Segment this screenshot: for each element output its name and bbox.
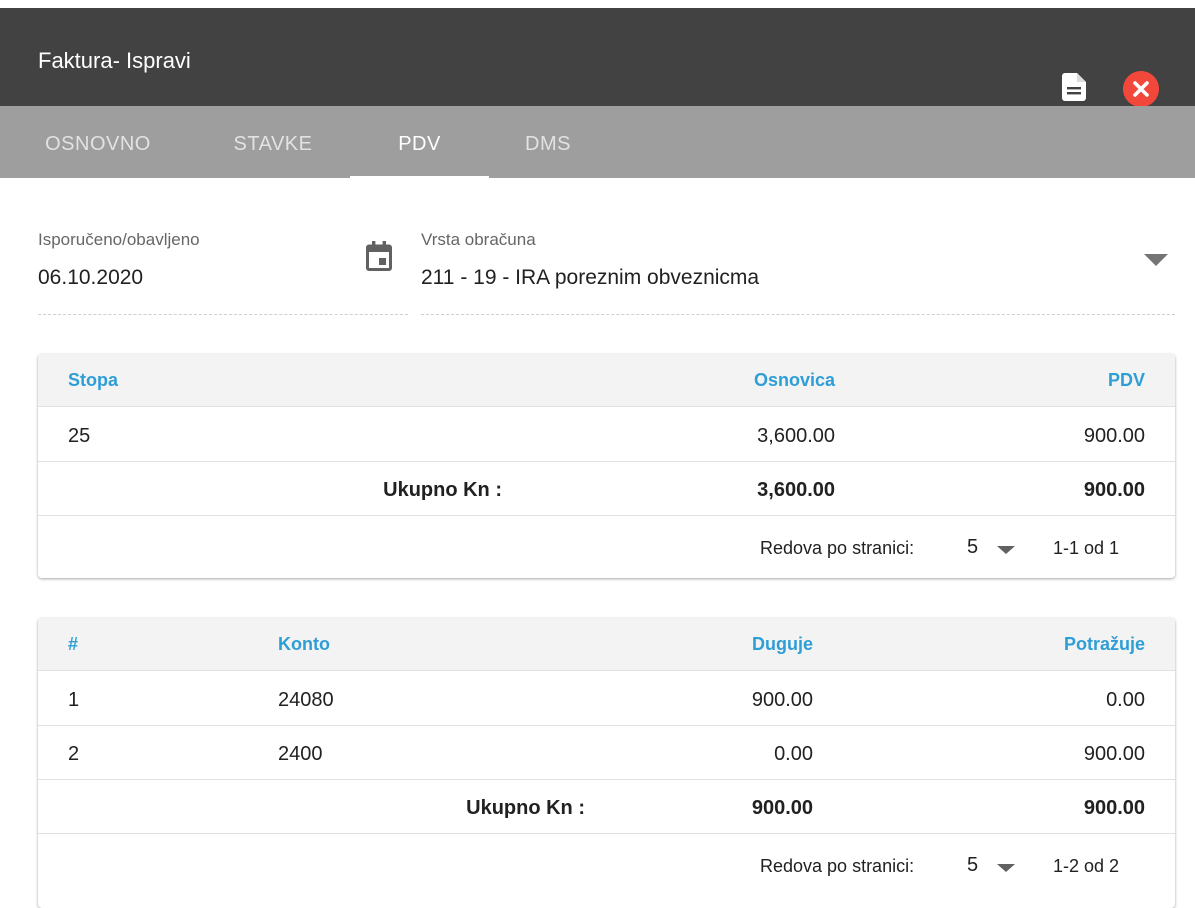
vat-table-header: Stopa Osnovica PDV [38,354,1175,407]
rows-per-page-caret-icon[interactable] [997,864,1015,872]
delivered-date-label: Isporučeno/obavljeno [38,230,200,249]
column-header-potrazuje[interactable]: Potražuje [1064,634,1145,655]
active-tab-indicator [350,176,489,180]
cell-pdv: 900.00 [1083,425,1145,447]
total-label: Ukupno Kn : [466,797,585,819]
table-row[interactable]: 2 2400 0.00 900.00 [38,726,1175,780]
vat-table: Stopa Osnovica PDV 25 3,600.00 900.00 Uk… [38,354,1175,578]
pagination-range: 1-1 od 1 [1053,538,1120,558]
calendar-icon[interactable] [366,241,392,271]
dialog-header: Faktura- Ispravi [0,8,1195,107]
rows-per-page-caret-icon[interactable] [997,546,1015,554]
total-osnovica: 3,600.00 [757,479,835,501]
tab-pdv[interactable]: PDV [350,106,489,178]
delivered-date-input[interactable]: 06.10.2020 [38,266,143,290]
calc-type-select[interactable]: 211 - 19 - IRA poreznim obveznicma [421,266,759,290]
total-label: Ukupno Kn : [383,479,502,501]
table-row[interactable]: 1 24080 900.00 0.00 [38,672,1175,726]
total-row: Ukupno Kn : 3,600.00 900.00 [38,462,1175,516]
calc-type-underline [421,314,1175,315]
tab-osnovno[interactable]: OSNOVNO [0,106,196,178]
rows-per-page-select[interactable]: 5 [967,854,978,877]
rows-per-page-select[interactable]: 5 [967,536,978,559]
cell-number: 2 [68,743,80,765]
column-header-pdv[interactable]: PDV [1108,370,1145,391]
delivered-date-underline [38,314,408,315]
ledger-table-header: # Konto Duguje Potražuje [38,618,1175,671]
column-header-duguje[interactable]: Duguje [752,634,813,655]
cell-stopa: 25 [68,425,91,447]
table-row[interactable]: 25 3,600.00 900.00 [38,408,1175,462]
cell-duguje: 900.00 [751,689,813,711]
tab-bar: OSNOVNO STAVKE PDV DMS [0,106,1195,178]
tab-dms[interactable]: DMS [489,106,607,178]
cell-duguje: 0.00 [774,743,813,765]
column-header-stopa[interactable]: Stopa [68,370,118,391]
total-pdv: 900.00 [1083,479,1145,501]
calc-type-label: Vrsta obračuna [421,230,536,249]
document-icon[interactable] [1062,73,1086,101]
column-header-osnovica[interactable]: Osnovica [754,370,835,391]
rows-per-page-label: Redova po stranici: [760,538,915,558]
cell-konto: 2400 [278,743,323,765]
total-duguje: 900.00 [751,797,813,819]
cell-number: 1 [68,689,80,711]
dropdown-caret-icon[interactable] [1144,254,1168,266]
cell-potrazuje: 900.00 [1083,743,1145,765]
close-icon[interactable] [1123,71,1159,107]
total-potrazuje: 900.00 [1083,797,1145,819]
total-row: Ukupno Kn : 900.00 900.00 [38,780,1175,834]
rows-per-page-label: Redova po stranici: [760,856,915,876]
column-header-number[interactable]: # [68,634,78,655]
ledger-table-pagination: Redova po stranici: 5 1-2 od 2 [38,834,1175,896]
ledger-table: # Konto Duguje Potražuje 1 24080 900.00 … [38,618,1175,908]
dialog-title: Faktura- Ispravi [38,48,191,73]
pagination-range: 1-2 od 2 [1053,856,1120,876]
vat-table-pagination: Redova po stranici: 5 1-1 od 1 [38,516,1175,578]
cell-osnovica: 3,600.00 [757,425,835,447]
cell-potrazuje: 0.00 [1106,689,1145,711]
tab-stavke[interactable]: STAVKE [196,106,350,178]
column-header-konto[interactable]: Konto [278,634,330,655]
cell-konto: 24080 [278,689,334,711]
